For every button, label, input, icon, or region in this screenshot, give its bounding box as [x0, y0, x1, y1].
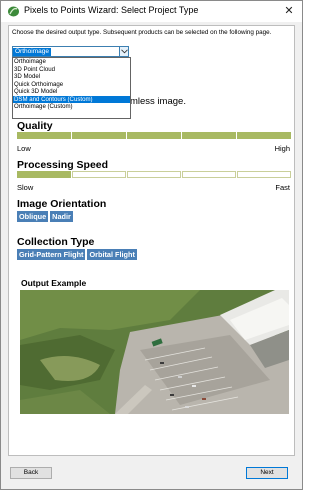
- dropdown-option[interactable]: Quick Orthoimage: [13, 81, 130, 89]
- aerial-orthoimage-picture: [20, 290, 289, 414]
- wizard-page: Choose the desired output type. Subseque…: [8, 25, 295, 456]
- window-title: Pixels to Points Wizard: Select Project …: [24, 5, 199, 15]
- output-example-image: [20, 290, 289, 414]
- processing-speed-fast-label: Fast: [275, 183, 290, 192]
- project-type-dropdown-list: Orthoimage 3D Point Cloud 3D Model Quick…: [12, 57, 131, 119]
- collection-tag-grid-pattern: Grid-Pattern Flight: [17, 249, 86, 260]
- dropdown-option-highlighted[interactable]: DSM and Contours (Custom): [13, 95, 130, 103]
- rating-segment: [17, 132, 71, 139]
- dropdown-option[interactable]: Quick 3D Model: [13, 88, 130, 96]
- title-bar: Pixels to Points Wizard: Select Project …: [1, 1, 302, 22]
- dropdown-option[interactable]: Orthoimage: [13, 58, 130, 66]
- processing-speed-title: Processing Speed: [17, 159, 109, 171]
- processing-speed-rating-bar: [17, 171, 291, 178]
- chevron-down-icon[interactable]: [119, 47, 128, 56]
- back-button[interactable]: Back: [10, 467, 52, 479]
- image-orientation-tags: Oblique Nadir: [17, 211, 73, 222]
- rating-segment: [182, 132, 236, 139]
- rating-segment: [127, 171, 181, 178]
- close-button[interactable]: ✕: [278, 2, 300, 20]
- rating-segment: [182, 171, 236, 178]
- rating-segment: [17, 171, 71, 178]
- project-description: mless image.: [130, 96, 186, 107]
- project-type-select[interactable]: Orthoimage: [12, 46, 129, 57]
- rating-segment: [72, 171, 126, 178]
- orientation-tag-oblique: Oblique: [17, 211, 49, 222]
- collection-type-tags: Grid-Pattern Flight Orbital Flight: [17, 249, 137, 260]
- next-button[interactable]: Next: [246, 467, 288, 479]
- quality-low-label: Low: [17, 144, 31, 153]
- quality-title: Quality: [17, 120, 53, 132]
- image-orientation-title: Image Orientation: [17, 198, 107, 210]
- rating-segment: [72, 132, 126, 139]
- collection-tag-orbital: Orbital Flight: [87, 249, 137, 260]
- dropdown-option[interactable]: Orthoimage (Custom): [13, 103, 130, 111]
- quality-high-label: High: [274, 144, 290, 153]
- dropdown-option[interactable]: 3D Model: [13, 73, 130, 81]
- wizard-window: Pixels to Points Wizard: Select Project …: [0, 0, 303, 490]
- orientation-tag-nadir: Nadir: [50, 211, 73, 222]
- leaf-logo-icon: [8, 6, 19, 17]
- dropdown-option[interactable]: 3D Point Cloud: [13, 66, 130, 74]
- collection-type-title: Collection Type: [17, 236, 95, 248]
- rating-segment: [127, 132, 181, 139]
- rating-segment: [237, 132, 291, 139]
- project-type-selected-value: Orthoimage: [13, 48, 51, 56]
- output-example-title: Output Example: [21, 278, 87, 288]
- processing-speed-slow-label: Slow: [17, 183, 34, 192]
- rating-segment: [237, 171, 291, 178]
- instruction-text: Choose the desired output type. Subseque…: [12, 29, 272, 36]
- quality-rating-bar: [17, 132, 291, 139]
